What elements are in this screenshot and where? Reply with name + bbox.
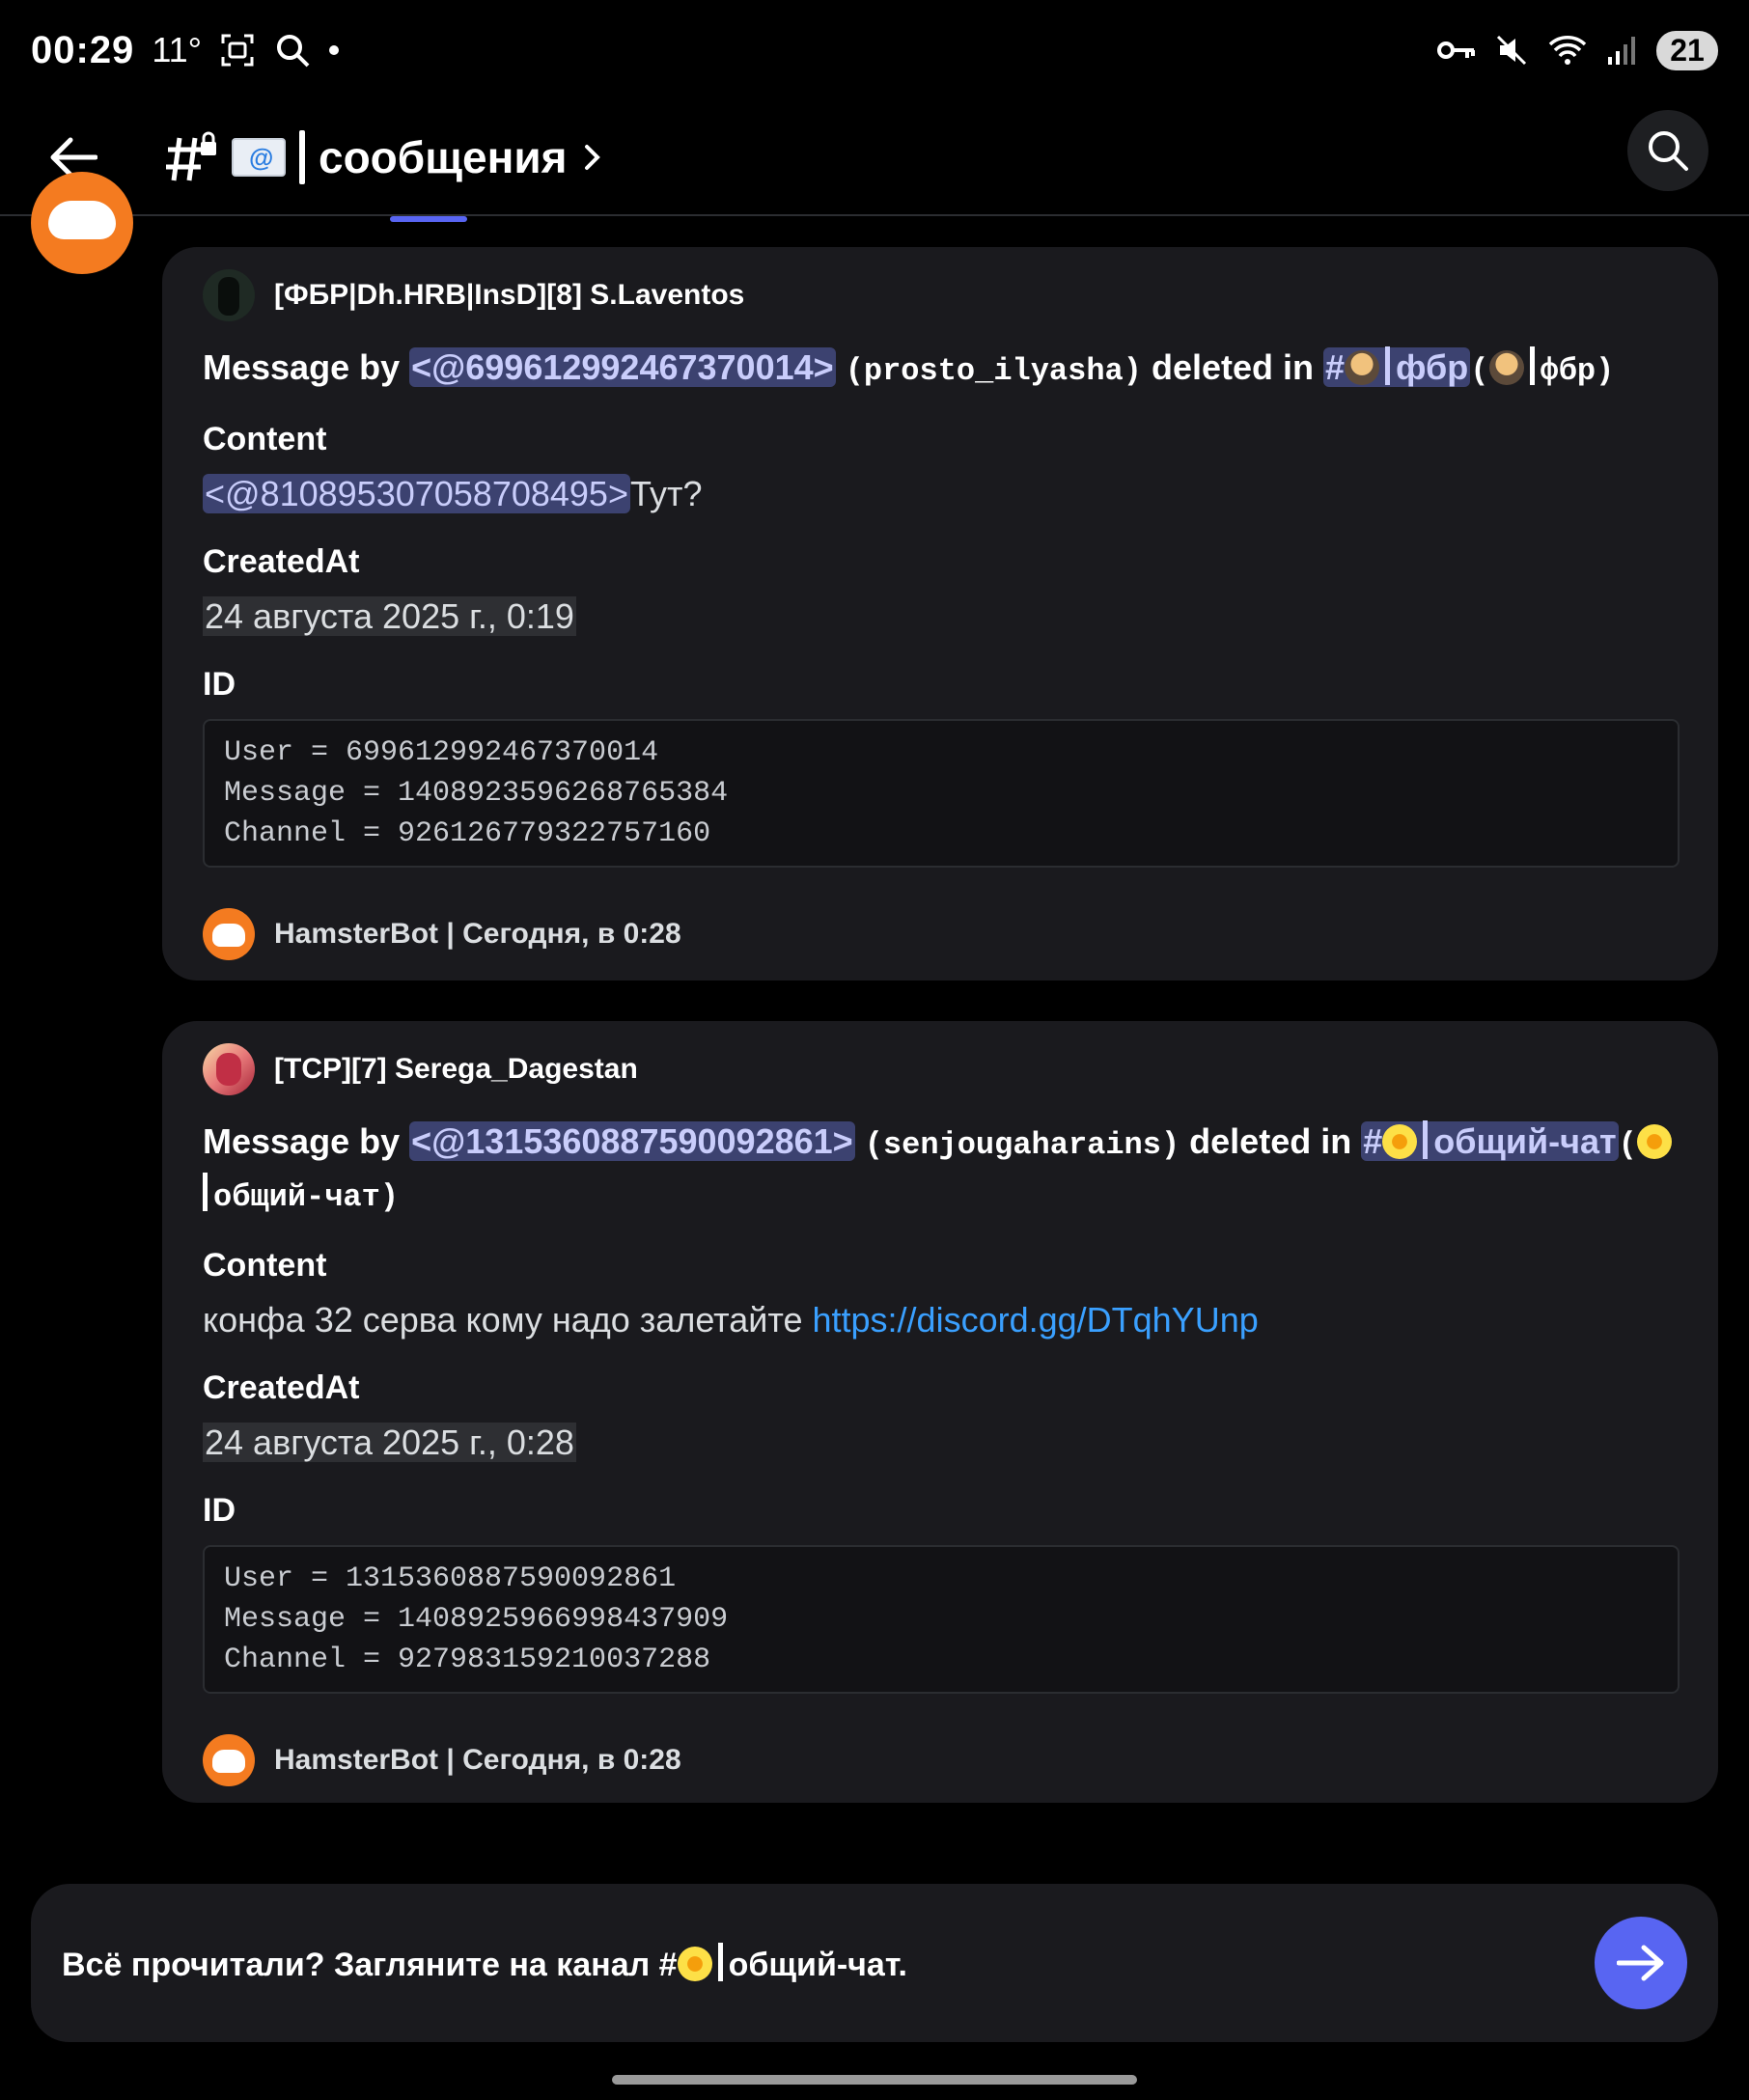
field-name: ID xyxy=(203,666,236,703)
embed-footer: HamsterBot | Сегодня, в 0:28 xyxy=(203,1732,1678,1788)
banner-text: Всё прочитали? Загляните на канал # общий… xyxy=(62,1942,907,1984)
locked-channel-hash-icon xyxy=(166,131,216,181)
invite-link[interactable]: https://discord.gg/DTqhYUnp xyxy=(813,1300,1259,1340)
author-name: [ФБР|Dh.HRB|InsD][8] S.Laventos xyxy=(274,279,745,311)
status-time: 00:29 xyxy=(31,28,135,71)
channel-title[interactable]: сообщения xyxy=(164,130,604,184)
code-line: Channel = 927983159210037288 xyxy=(224,1644,711,1676)
search-status-icon xyxy=(277,35,310,68)
chevron-right-icon xyxy=(584,145,600,170)
embed-author[interactable]: [TCP][7] Serega_Dagestan xyxy=(203,1042,1678,1096)
home-indicator[interactable] xyxy=(612,2075,1137,2085)
author-avatar xyxy=(203,269,255,321)
field-name: Content xyxy=(203,1247,327,1284)
notification-dot-icon xyxy=(329,45,340,55)
hamster-bot-icon xyxy=(203,908,255,960)
status-temperature: 11° xyxy=(152,30,203,69)
username: (senjougaharains) xyxy=(864,1127,1180,1163)
created-timestamp[interactable]: 24 августа 2025 г., 0:19 xyxy=(203,596,576,636)
id-code-block[interactable]: User = 1315360887590092861 Message = 140… xyxy=(203,1545,1680,1694)
envelope-emoji-icon xyxy=(232,138,286,177)
embed-title: Message by <@699612992467370014> (prosto… xyxy=(203,346,1615,389)
channel-mention[interactable]: # общий-чат xyxy=(1361,1120,1619,1161)
search-icon xyxy=(1649,131,1688,171)
embed-title: Message by <@1315360887590092861> (senjo… xyxy=(203,1118,1678,1222)
signal-icon xyxy=(1608,37,1635,65)
field-name: CreatedAt xyxy=(203,543,360,580)
flower-emoji-icon xyxy=(677,1946,712,1981)
wifi-icon xyxy=(1548,36,1587,65)
channel-mention[interactable]: # фбр xyxy=(1323,346,1471,387)
field-value: <@810895307058708495>Тут? xyxy=(203,474,703,513)
user-mention[interactable]: <@699612992467370014> xyxy=(409,347,836,387)
author-name: [TCP][7] Serega_Dagestan xyxy=(274,1053,638,1085)
screenshot-icon xyxy=(221,34,254,67)
channel-header: сообщения xyxy=(0,100,1749,216)
field-value: 24 августа 2025 г., 0:19 xyxy=(203,593,1678,641)
channel-separator xyxy=(299,130,305,184)
channel-name: сообщения xyxy=(319,132,568,182)
field-value: конфа 32 серва кому надо залетайте https… xyxy=(203,1300,1259,1340)
battery-indicator: 21 xyxy=(1656,30,1718,70)
flower-emoji-icon xyxy=(1382,1124,1418,1159)
bot-avatar[interactable] xyxy=(31,172,133,274)
arrow-right-icon xyxy=(1617,1945,1664,1981)
read-all-banner[interactable]: Всё прочитали? Загляните на канал # общий… xyxy=(31,1884,1718,2042)
field-name: Content xyxy=(203,421,327,457)
code-line: Channel = 926126779322757160 xyxy=(224,817,711,850)
id-code-block[interactable]: User = 699612992467370014 Message = 1408… xyxy=(203,719,1680,868)
code-line: User = 699612992467370014 xyxy=(224,736,659,769)
log-embed: [TCP][7] Serega_Dagestan Message by <@13… xyxy=(162,1021,1718,1803)
embed-author[interactable]: [ФБР|Dh.HRB|InsD][8] S.Laventos xyxy=(203,268,1678,322)
log-embed: [ФБР|Dh.HRB|InsD][8] S.Laventos Message … xyxy=(162,247,1718,981)
bot-tag xyxy=(390,216,467,222)
hamster-bot-icon xyxy=(203,1734,255,1786)
author-avatar xyxy=(203,1043,255,1095)
detective-emoji-icon xyxy=(1345,350,1380,385)
detective-emoji-icon xyxy=(1488,350,1524,385)
content-mention[interactable]: <@810895307058708495> xyxy=(203,474,630,513)
code-line: User = 1315360887590092861 xyxy=(224,1562,677,1595)
created-timestamp[interactable]: 24 августа 2025 г., 0:28 xyxy=(203,1423,576,1462)
field-name: ID xyxy=(203,1492,236,1529)
footer-text: HamsterBot | Сегодня, в 0:28 xyxy=(274,1744,681,1776)
field-value: 24 августа 2025 г., 0:28 xyxy=(203,1419,1678,1467)
mute-icon xyxy=(1496,35,1527,66)
go-to-channel-button[interactable] xyxy=(1595,1917,1687,2009)
code-line: Message = 1408923596268765384 xyxy=(224,777,729,810)
search-button[interactable] xyxy=(1627,110,1708,191)
user-mention[interactable]: <@1315360887590092861> xyxy=(409,1121,855,1161)
status-bar: 00:29 11° 21 xyxy=(0,0,1749,100)
code-line: Message = 1408925966998437909 xyxy=(224,1603,729,1636)
flower-emoji-icon xyxy=(1636,1124,1672,1159)
vpn-key-icon xyxy=(1437,41,1475,59)
embed-footer: HamsterBot | Сегодня, в 0:28 xyxy=(203,906,1678,962)
username: (prosto_ilyasha) xyxy=(845,353,1142,389)
footer-text: HamsterBot | Сегодня, в 0:28 xyxy=(274,918,681,950)
field-name: CreatedAt xyxy=(203,1369,360,1406)
